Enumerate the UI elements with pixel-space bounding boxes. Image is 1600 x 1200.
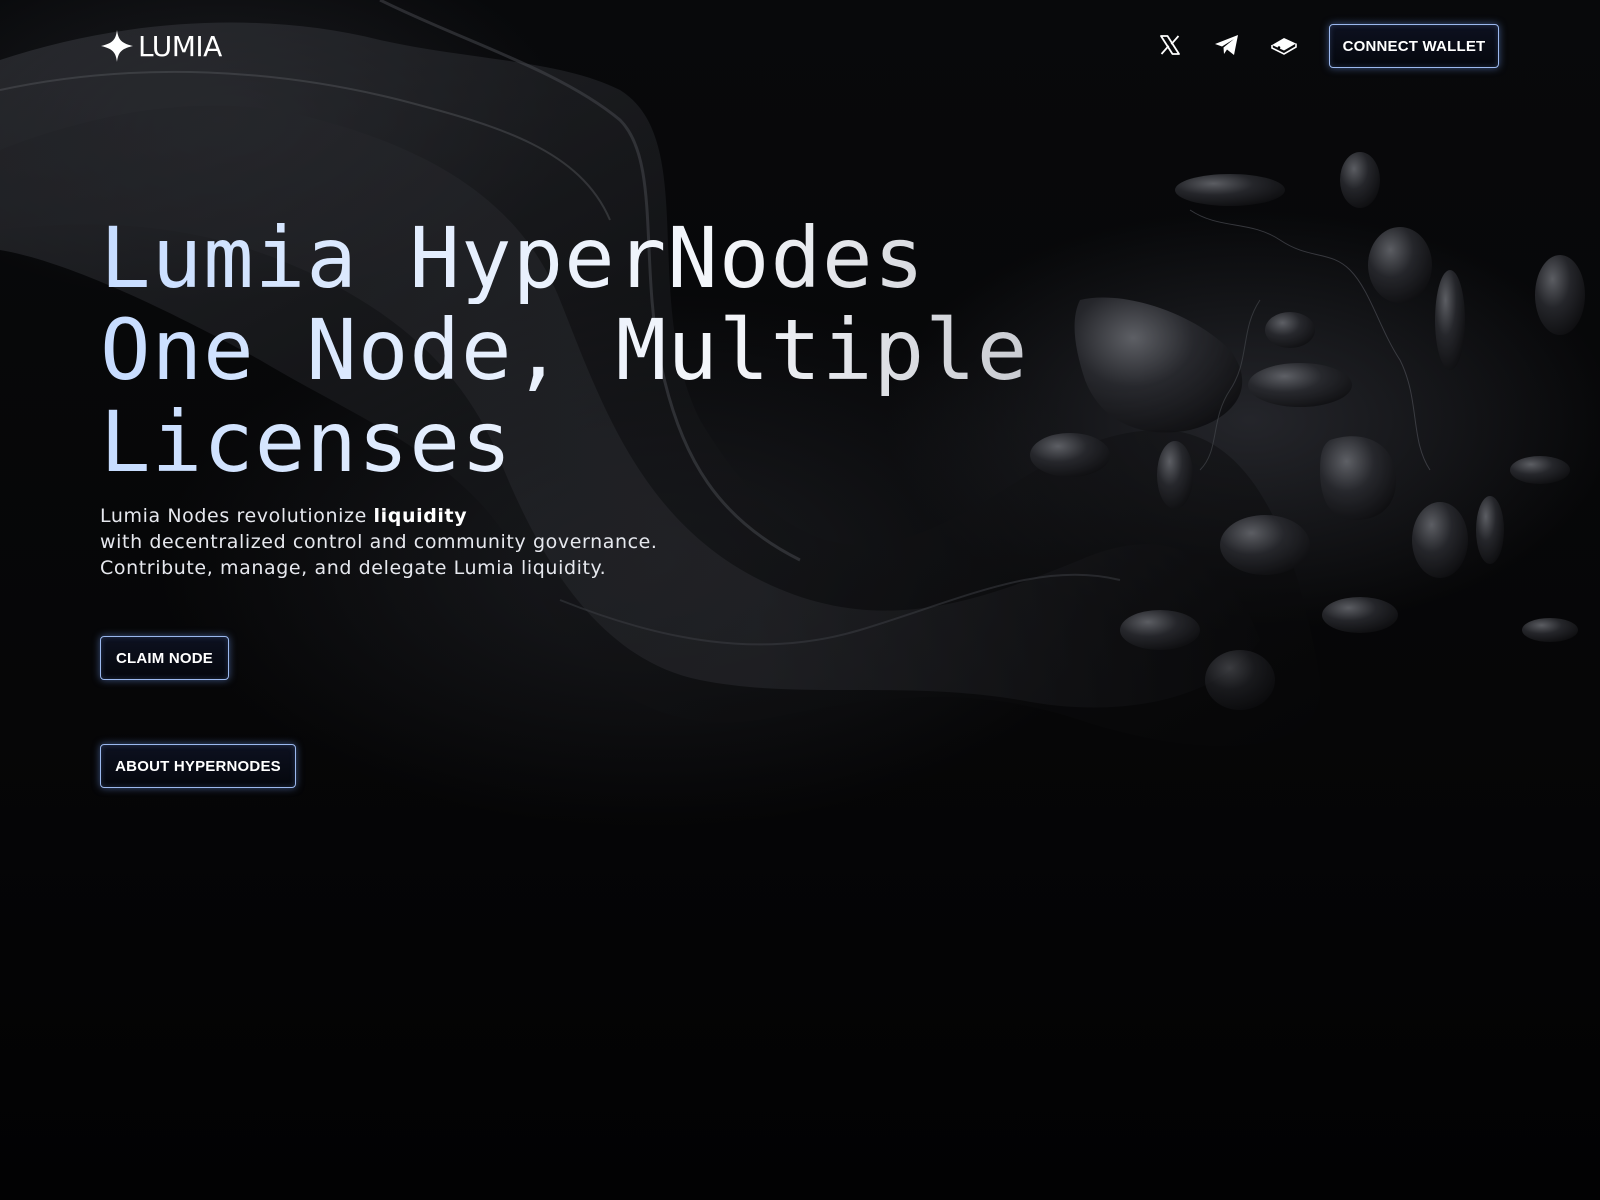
hero-title-line-2: One Node, Multiple: [100, 304, 1060, 396]
x-icon[interactable]: [1155, 30, 1185, 60]
claim-node-button[interactable]: CLAIM NODE: [100, 636, 229, 680]
hero-title: Lumia HyperNodes One Node, Multiple Lice…: [100, 212, 1060, 488]
hero-title-line-3: Licenses: [100, 396, 1060, 488]
landing-page: LUMIA CONNECT WALLET Lumia HyperNodes On…: [0, 0, 1600, 1200]
telegram-icon[interactable]: [1212, 30, 1242, 60]
hero-title-line-1: Lumia HyperNodes: [100, 212, 1060, 304]
lumia-star-icon: [101, 30, 133, 62]
hero-description-prefix: Lumia Nodes revolutionize: [100, 505, 374, 527]
hero-description-highlight: liquidity: [373, 505, 468, 527]
connect-wallet-button[interactable]: CONNECT WALLET: [1329, 24, 1499, 68]
background-artwork: [0, 0, 1585, 747]
hero-description-line-3: Contribute, manage, and delegate Lumia l…: [100, 557, 607, 579]
hero-description: Lumia Nodes revolutionize liquidity with…: [100, 503, 658, 581]
hero-description-line-2: with decentralized control and community…: [100, 531, 658, 553]
about-hypernodes-button[interactable]: ABOUT HYPERNODES: [100, 744, 296, 788]
lumia-logo[interactable]: LUMIA: [100, 28, 222, 64]
hero-description-line-1: Lumia Nodes revolutionize liquidity: [100, 503, 658, 529]
logo-text: LUMIA: [138, 29, 222, 63]
gitbook-icon[interactable]: [1269, 30, 1299, 60]
